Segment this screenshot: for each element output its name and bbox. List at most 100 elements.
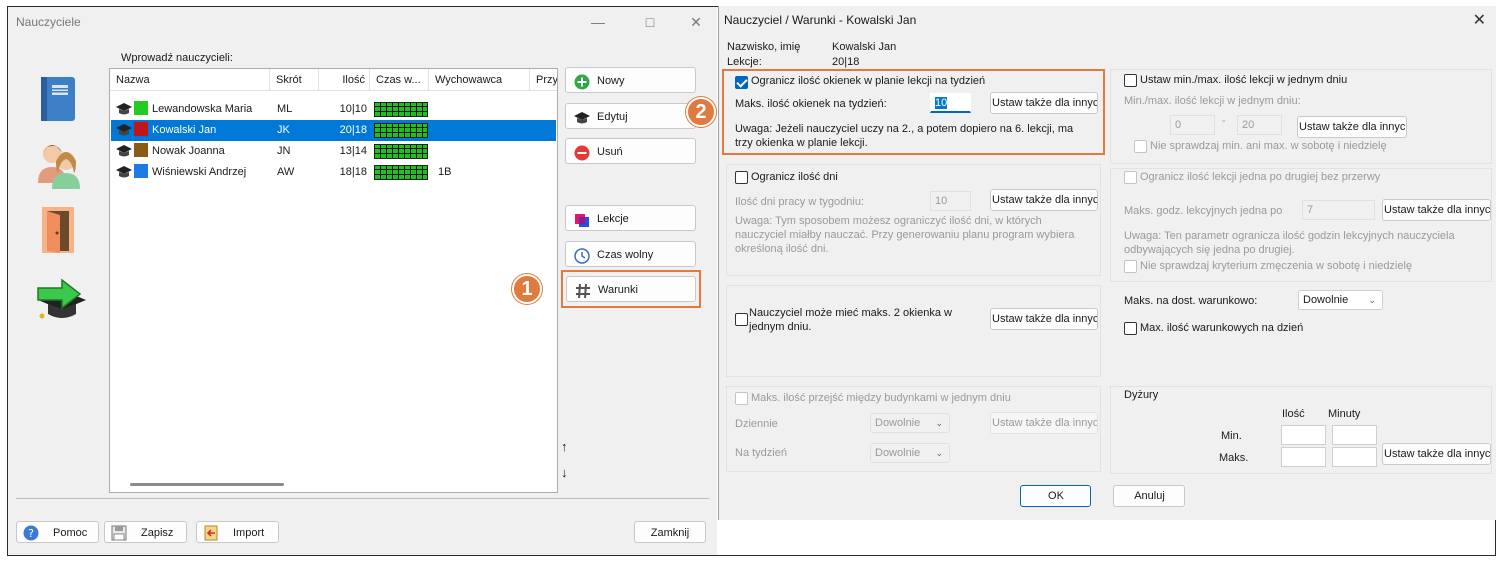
teacher-abbr: ML	[277, 103, 293, 115]
two-gaps-apply-others-button[interactable]: Ustaw także dla innych	[990, 308, 1098, 330]
teachers-list[interactable]: Nazwa Skrót Ilość Czas w... Wychowawca P…	[109, 68, 558, 493]
consecutive-apply-others-button[interactable]: Ustaw także dla innych	[1382, 199, 1491, 221]
column-extra[interactable]: Przy	[530, 69, 557, 91]
graduation-cap-icon	[116, 103, 132, 115]
daily-select[interactable]: Dowolnie ⌄	[870, 413, 950, 433]
step-badge-2: 2	[686, 97, 716, 127]
help-button[interactable]: ? Pomoc	[16, 521, 99, 543]
gaps-apply-others-button[interactable]: Ustaw także dla innych	[990, 92, 1098, 114]
limit-gaps-checkbox[interactable]	[735, 76, 748, 89]
duty-min-label: Min.	[1221, 430, 1242, 442]
chevron-down-icon: ⌄	[1368, 295, 1376, 305]
limit-gaps-label: Ogranicz ilość okienek w planie lekcji n…	[751, 75, 986, 87]
graduation-cap-icon	[116, 166, 132, 178]
column-count[interactable]: Ilość	[319, 69, 370, 91]
graduation-cap-icon	[116, 124, 132, 136]
buildings-checkbox[interactable]	[735, 392, 748, 405]
teacher-count: 18|18	[339, 166, 367, 178]
teacher-abbr: AW	[277, 166, 295, 178]
ok-button[interactable]: OK	[1020, 485, 1091, 507]
table-row[interactable]: Kowalski Jan JK 20|18	[111, 120, 556, 141]
hash-icon	[576, 283, 590, 299]
teacher-name: Lewandowska Maria	[152, 103, 253, 115]
edit-button[interactable]: Edytuj	[565, 103, 696, 129]
dialog-title: Nauczyciel / Warunki - Kowalski Jan	[724, 13, 917, 27]
teacher-count: 20|18	[339, 124, 367, 136]
consecutive-checkbox[interactable]	[1124, 171, 1137, 184]
duty-max-minutes-input[interactable]	[1332, 447, 1377, 467]
duty-minutes-header: Minuty	[1328, 408, 1361, 420]
close-button[interactable]: Zamknij	[634, 521, 706, 543]
move-down-icon[interactable]: ↓	[561, 465, 568, 480]
minmax-apply-others-button[interactable]: Ustaw także dla innych	[1297, 116, 1407, 138]
max-gaps-input[interactable]: 10	[930, 93, 971, 113]
people-icon[interactable]	[34, 139, 84, 191]
time-grid	[374, 144, 428, 159]
move-up-icon[interactable]: ↑	[561, 439, 568, 454]
conditional-select[interactable]: Dowolnie ⌄	[1298, 290, 1383, 310]
gaps-note: Uwaga: Jeżeli nauczyciel uczy na 2., a p…	[735, 123, 1074, 149]
column-class-teacher[interactable]: Wychowawca	[429, 69, 530, 91]
close-icon[interactable]: ✕	[684, 12, 708, 32]
door-icon[interactable]	[34, 205, 84, 257]
duty-max-label: Maks.	[1219, 452, 1249, 464]
days-apply-others-button[interactable]: Ustaw także dla innych	[990, 189, 1098, 211]
consecutive-max-input[interactable]: 7	[1302, 200, 1375, 220]
conditional-select-value: Dowolnie	[1303, 294, 1349, 306]
duty-min-minutes-input[interactable]	[1332, 425, 1377, 445]
duty-apply-others-button[interactable]: Ustaw także dla innych	[1382, 443, 1491, 465]
save-button[interactable]: Zapisz	[104, 521, 187, 543]
weekly-select[interactable]: Dowolnie ⌄	[870, 443, 950, 463]
import-icon	[204, 525, 218, 541]
clock-icon	[574, 248, 590, 264]
limit-days-checkbox[interactable]	[735, 171, 748, 184]
two-gaps-checkbox[interactable]	[735, 313, 748, 326]
max-gaps-label: Maks. ilość okienek na tydzień:	[735, 98, 887, 110]
minmax-weekend-label: Nie sprawdzaj min. ani max. w sobotę i n…	[1150, 140, 1387, 152]
column-name[interactable]: Nazwa	[110, 69, 270, 91]
column-time[interactable]: Czas w...	[370, 69, 429, 91]
teacher-name: Wiśniewski Andrzej	[152, 166, 247, 178]
cancel-button[interactable]: Anuluj	[1113, 485, 1185, 507]
graduate-arrow-icon[interactable]	[34, 272, 86, 324]
svg-text:?: ?	[28, 527, 34, 540]
min-lessons-input[interactable]: 0	[1170, 115, 1215, 135]
minimize-icon[interactable]: —	[586, 12, 610, 32]
column-abbr[interactable]: Skrót	[270, 69, 319, 91]
new-button[interactable]: Nowy	[565, 67, 696, 93]
name-label: Nazwisko, imię	[727, 41, 801, 53]
horizontal-scrollbar[interactable]	[130, 483, 284, 486]
consecutive-max-label: Maks. godz. lekcyjnych jedna po	[1124, 205, 1283, 217]
time-grid	[374, 165, 428, 180]
teacher-count: 10|10	[339, 103, 367, 115]
buildings-apply-others-button[interactable]: Ustaw także dla innych	[990, 412, 1098, 434]
lessons-button[interactable]: Lekcje	[565, 205, 696, 231]
work-days-input[interactable]: 10	[930, 191, 971, 211]
duty-max-count-input[interactable]	[1281, 447, 1326, 467]
import-button[interactable]: Import	[196, 521, 279, 543]
free-time-button[interactable]: Czas wolny	[565, 241, 696, 267]
duty-min-count-input[interactable]	[1281, 425, 1326, 445]
table-row[interactable]: Wiśniewski Andrzej AW 18|18 1B	[111, 162, 556, 183]
daily-label: Dziennie	[735, 418, 778, 430]
teacher-color	[134, 164, 148, 178]
conditional-per-day-checkbox[interactable]	[1124, 322, 1137, 335]
book-icon[interactable]	[34, 75, 84, 127]
maximize-icon[interactable]: □	[638, 12, 662, 32]
minmax-checkbox[interactable]	[1124, 74, 1137, 87]
max-gaps-value: 10	[935, 97, 948, 109]
time-grid	[374, 123, 428, 138]
max-lessons-input[interactable]: 20	[1237, 115, 1282, 135]
minmax-weekend-checkbox[interactable]	[1134, 140, 1147, 153]
close-icon[interactable]: ✕	[1473, 10, 1486, 30]
help-icon: ?	[23, 525, 39, 541]
conditions-button[interactable]: Warunki	[566, 276, 696, 302]
delete-button[interactable]: Usuń	[565, 138, 696, 164]
minmax-sub-label: Min./max. ilość lekcji w jednym dniu:	[1124, 95, 1301, 107]
teacher-abbr: JK	[277, 124, 290, 136]
minus-icon	[574, 145, 590, 161]
weekly-select-value: Dowolnie	[875, 447, 921, 459]
table-row[interactable]: Nowak Joanna JN 13|14	[111, 141, 556, 162]
table-row[interactable]: Lewandowska Maria ML 10|10	[111, 99, 556, 120]
consecutive-weekend-checkbox[interactable]	[1124, 260, 1137, 273]
